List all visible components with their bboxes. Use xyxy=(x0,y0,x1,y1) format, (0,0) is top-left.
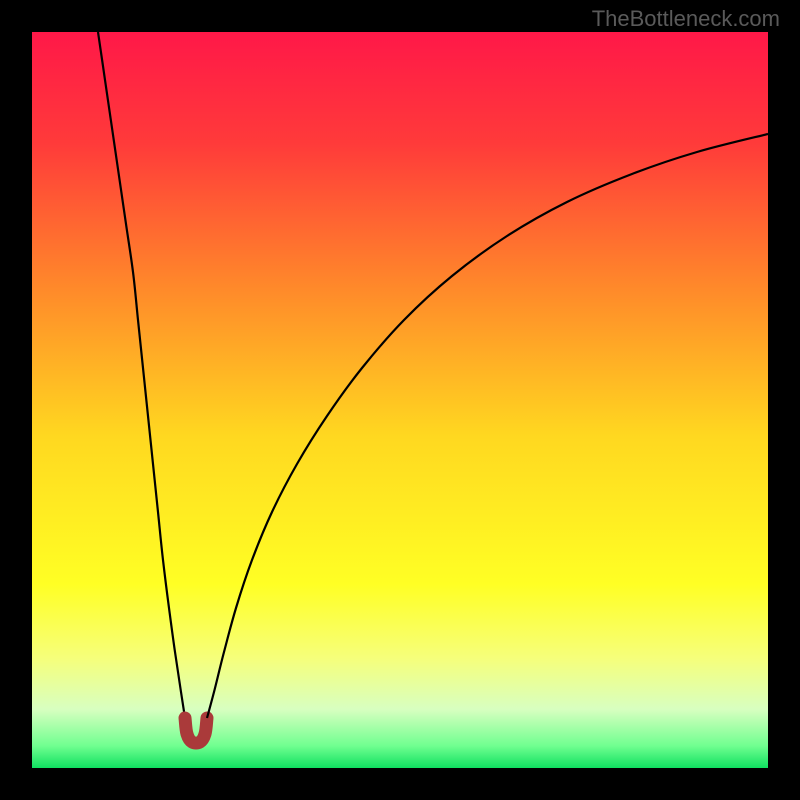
attribution-text: TheBottleneck.com xyxy=(592,6,780,32)
chart-svg xyxy=(32,32,768,768)
bottleneck-chart xyxy=(32,32,768,768)
chart-background xyxy=(32,32,768,768)
